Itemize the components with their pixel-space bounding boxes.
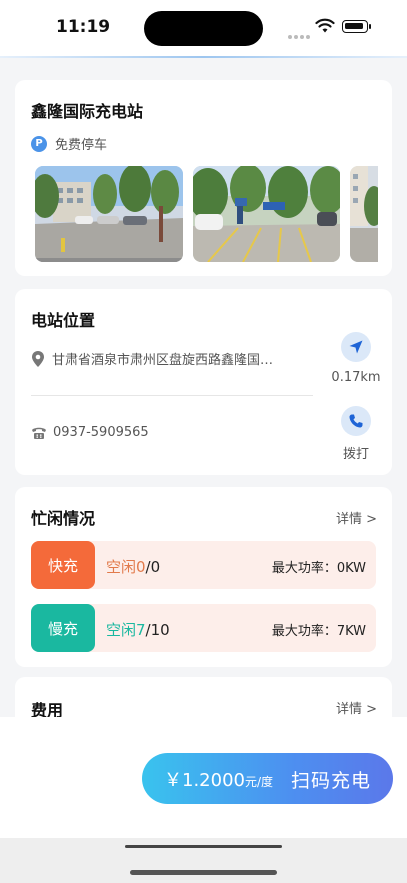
- price-unit: 元/度: [244, 774, 274, 789]
- location-card: 电站位置 甘肃省酒泉市肃州区盘旋西路鑫隆国… 0.17km 0937-59095…: [15, 289, 392, 475]
- fast-max-power: 最大功率：0KW: [271, 561, 366, 576]
- call-label[interactable]: 拨打: [326, 443, 386, 462]
- station-photo-1[interactable]: [35, 166, 183, 262]
- battery-icon: [342, 20, 368, 33]
- navigation-button[interactable]: [341, 332, 371, 362]
- wifi-icon: [315, 18, 335, 33]
- slow-charge-row[interactable]: 慢充 空闲7/10 最大功率：7KW: [31, 604, 376, 652]
- call-button[interactable]: [341, 406, 371, 436]
- station-address: 甘肃省酒泉市肃州区盘旋西路鑫隆国…: [52, 353, 274, 368]
- parking-info: P 免费停车: [31, 134, 107, 153]
- station-name: 鑫隆国际充电站: [31, 102, 144, 121]
- station-photo-2[interactable]: [193, 166, 340, 262]
- scan-charge-button[interactable]: ￥1.2000元/度 扫码充电: [142, 753, 393, 804]
- fast-charge-idle: 空闲0/0: [106, 556, 160, 577]
- station-card: 鑫隆国际充电站 P 免费停车: [15, 80, 392, 276]
- fast-charge-badge: 快充: [31, 541, 95, 589]
- home-indicator[interactable]: [130, 870, 277, 875]
- fast-charge-row[interactable]: 快充 空闲0/0 最大功率：0KW: [31, 541, 376, 589]
- location-divider: [31, 395, 313, 396]
- availability-details-link[interactable]: 详情 >: [336, 508, 377, 527]
- slow-total-count: /10: [145, 621, 170, 639]
- slow-charge-idle: 空闲7/10: [106, 619, 170, 640]
- fast-idle-count: 空闲0: [106, 558, 146, 576]
- parking-icon: P: [31, 135, 47, 152]
- slow-idle-count: 空闲7: [106, 621, 146, 639]
- status-bar: 11:19: [0, 0, 407, 56]
- slow-charge-badge: 慢充: [31, 604, 95, 652]
- status-time: 11:19: [56, 17, 111, 37]
- phone-row: 0937-5909565: [31, 425, 149, 440]
- location-pin-icon: [32, 350, 44, 367]
- signal-dots-icon: [288, 24, 312, 43]
- parking-label: 免费停车: [55, 138, 108, 153]
- navigation-arrow-icon: [349, 340, 363, 354]
- location-title: 电站位置: [31, 311, 96, 330]
- fee-details-link[interactable]: 详情 >: [336, 698, 377, 717]
- slow-max-power: 最大功率：7KW: [271, 624, 366, 639]
- fast-total-count: /0: [145, 558, 161, 576]
- header-divider: [0, 56, 407, 58]
- station-phone: 0937-5909565: [53, 425, 149, 440]
- price-value: ￥1.2000元/度: [164, 766, 273, 792]
- phone-call-icon: [349, 414, 363, 428]
- telephone-icon: [32, 427, 46, 439]
- dynamic-island: [144, 11, 263, 46]
- distance-label: 0.17km: [331, 370, 381, 385]
- availability-title: 忙闲情况: [31, 509, 96, 528]
- address-row[interactable]: 甘肃省酒泉市肃州区盘旋西路鑫隆国…: [31, 349, 273, 368]
- station-photo-3[interactable]: [350, 166, 378, 262]
- bottom-action-bar: ￥1.2000元/度 扫码充电: [0, 717, 407, 838]
- scan-charge-label: 扫码充电: [290, 770, 371, 792]
- price-amount: ￥1.2000: [164, 769, 245, 791]
- battery-tip: [369, 24, 371, 29]
- toolbar-handle: [125, 845, 282, 848]
- availability-card: 忙闲情况 详情 > 快充 空闲0/0 最大功率：0KW 慢充 空闲7/10 最大…: [15, 487, 392, 667]
